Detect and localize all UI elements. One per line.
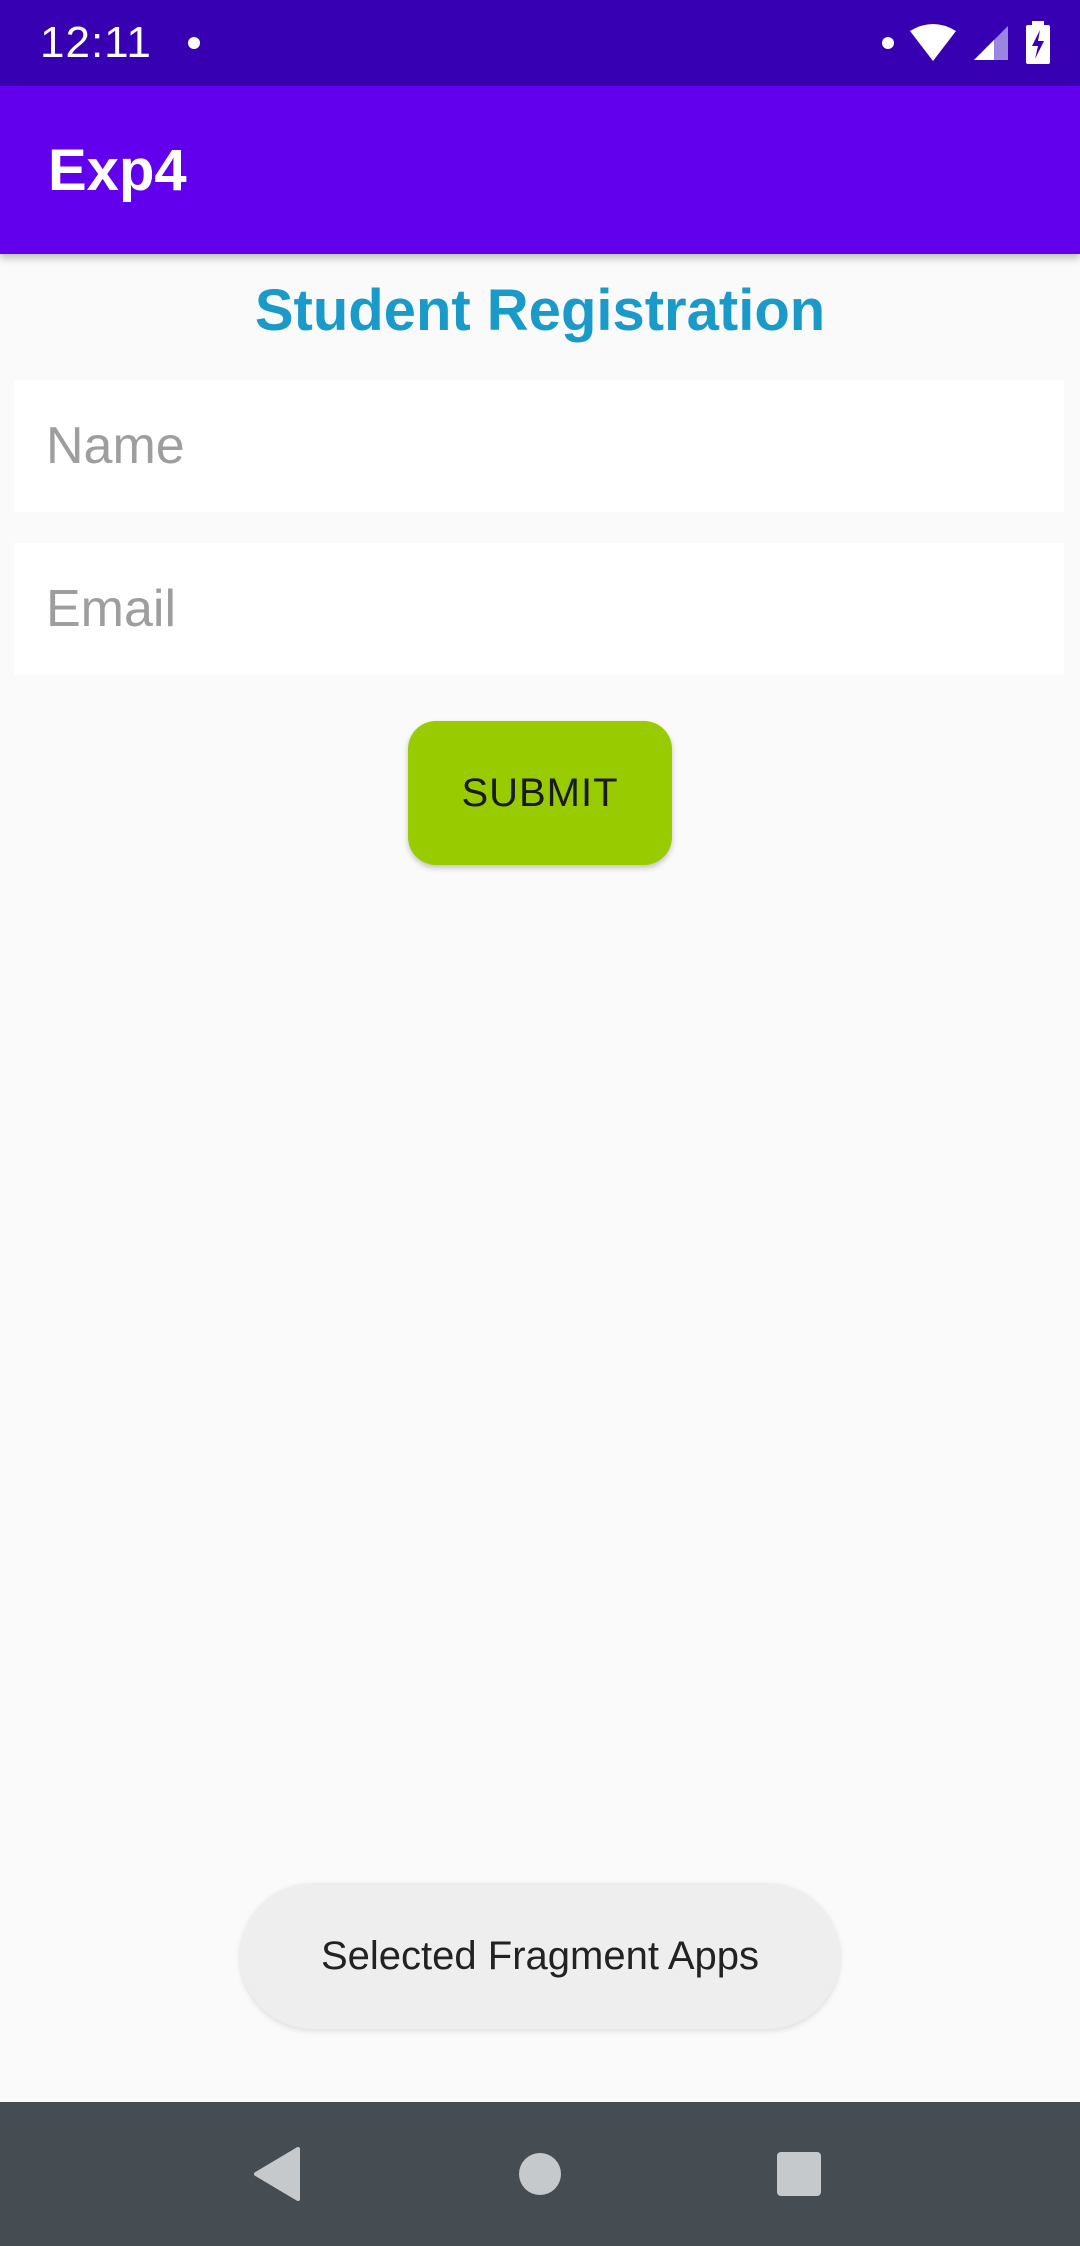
wifi-icon	[910, 24, 956, 61]
toast-message: Selected Fragment Apps	[320, 1933, 760, 1978]
home-button[interactable]	[490, 2124, 590, 2224]
back-button[interactable]	[226, 2124, 326, 2224]
navigation-bar	[0, 2102, 1080, 2246]
toast: Selected Fragment Apps	[240, 1883, 840, 2029]
status-bar: 12:11	[0, 0, 1080, 86]
name-field[interactable]	[14, 380, 1064, 512]
app-bar: Exp4	[0, 86, 1080, 254]
recents-icon	[777, 2152, 821, 2196]
status-time: 12:11	[40, 18, 152, 67]
recents-button[interactable]	[749, 2124, 849, 2224]
notification-dot-icon	[882, 37, 894, 49]
screen: 12:11 Exp4 Student Registration SUBMIT	[0, 0, 1080, 2246]
home-icon	[519, 2153, 561, 2195]
notification-dot-icon	[188, 37, 200, 49]
page-title: Student Registration	[254, 278, 826, 343]
status-icons	[882, 20, 1052, 66]
battery-charging-icon	[1026, 21, 1050, 64]
email-field[interactable]	[14, 543, 1064, 675]
back-icon	[254, 2147, 300, 2201]
app-title: Exp4	[48, 138, 187, 203]
cell-signal-icon	[974, 26, 1008, 60]
submit-button[interactable]: SUBMIT	[408, 721, 672, 865]
